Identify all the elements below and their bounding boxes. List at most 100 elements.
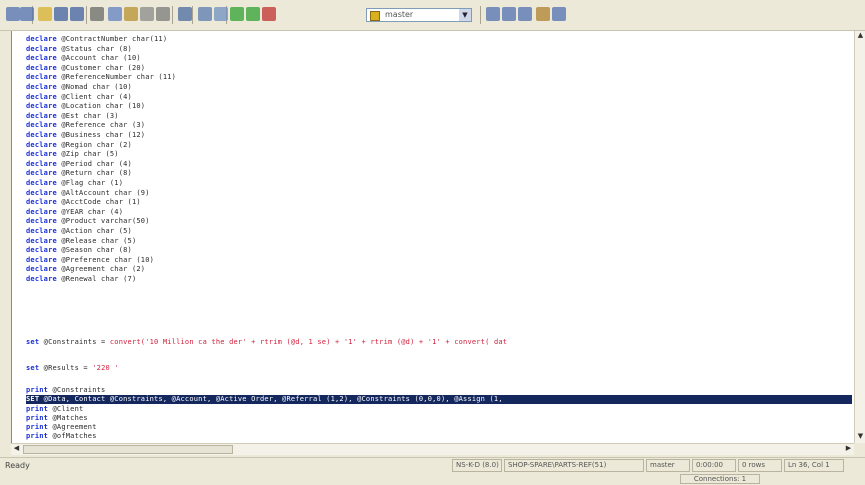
clear-icon[interactable] [140, 7, 154, 21]
code-line-declare: declare @Renewal char (7) [26, 275, 136, 283]
save-icon[interactable] [54, 7, 68, 21]
undo-icon[interactable] [178, 7, 192, 21]
sql-text: @Status char (8) [56, 44, 132, 53]
sql-keyword: declare [26, 227, 57, 235]
horizontal-scroll-thumb[interactable] [23, 445, 233, 454]
object-search-icon[interactable] [552, 7, 566, 21]
sql-keyword: declare [26, 102, 57, 111]
find-icon[interactable] [156, 7, 170, 21]
scroll-left-arrow-icon[interactable]: ◀ [11, 444, 22, 455]
sql-text: @Customer char (20) [56, 63, 146, 72]
sql-keyword: declare [26, 121, 57, 130]
code-line-declare: declare @Account char (10) [26, 54, 141, 62]
sql-text: @Location char (10) [56, 102, 146, 111]
code-line-declare: declare @Est char (3) [26, 112, 119, 120]
scroll-up-arrow-icon[interactable]: ▲ [855, 31, 865, 42]
sql-keyword: print [26, 405, 49, 413]
sql-text: @Nomad char (10) [56, 83, 132, 91]
code-line-print: print @ofMatches [26, 432, 97, 440]
query-editor[interactable]: declare @ContractNumber char(11) declare … [11, 31, 855, 443]
cut-icon[interactable] [90, 7, 104, 21]
sql-text: @Business char (12) [56, 131, 146, 139]
sql-keyword: declare [26, 217, 57, 226]
open-folder-icon[interactable] [38, 7, 52, 21]
code-line-declare: declare @AltAccount char (9) [26, 189, 150, 197]
index-tuning-icon[interactable] [502, 7, 516, 21]
sql-keyword: declare [26, 54, 57, 63]
sql-keyword: print [26, 423, 49, 431]
stop-icon[interactable] [262, 7, 276, 21]
save-all-icon[interactable] [70, 7, 84, 21]
vertical-scrollbar[interactable]: ▲ ▼ [854, 31, 865, 443]
code-line-declare: declare @Agreement char (2) [26, 265, 145, 273]
code-line-declare: declare @Return char (8) [26, 169, 132, 177]
sql-text: @Reference char (3) [56, 121, 146, 130]
sql-keyword: SET [26, 395, 40, 403]
scroll-down-arrow-icon[interactable]: ▼ [855, 432, 865, 443]
new-dropdown-icon[interactable] [20, 7, 34, 21]
bottom-strip: Connections: 1 [0, 473, 865, 485]
sql-text: @Flag char (1) [56, 179, 124, 187]
new-query-icon[interactable] [6, 7, 20, 21]
paste-icon[interactable] [124, 7, 138, 21]
sql-keyword: declare [26, 92, 57, 101]
code-line-declare: declare @Business char (12) [26, 131, 145, 139]
code-line-declare: declare @Season char (8) [26, 246, 132, 254]
status-server: NS-K-D (8.0) [452, 459, 502, 472]
code-line-print: print @Constraints [26, 386, 105, 394]
database-selector-value: master [385, 10, 414, 19]
code-line-declare: declare @Product varchar(50) [26, 217, 150, 225]
sql-string: convert('10 Million ca the der' + rtrim … [109, 338, 508, 346]
sql-text: @Region char (2) [56, 140, 132, 149]
connections-indicator: Connections: 1 [680, 474, 760, 484]
sql-text: @Client char (4) [56, 92, 132, 101]
code-line-declare: declare @Region char (2) [26, 141, 132, 149]
copy-icon[interactable] [108, 7, 122, 21]
database-icon [370, 11, 380, 21]
execute-icon[interactable] [246, 7, 260, 21]
code-line-print: print @Matches [26, 414, 88, 422]
sql-keyword: set [26, 338, 40, 346]
sql-keyword: declare [26, 63, 57, 72]
sql-keyword: declare [26, 83, 57, 91]
code-line-declare: declare @Release char (5) [26, 237, 136, 245]
sql-text: @Period char (4) [56, 159, 132, 168]
sql-text: @Account char (10) [56, 54, 141, 63]
scroll-right-arrow-icon[interactable]: ▶ [843, 444, 854, 455]
code-line-declare: declare @Status char (8) [26, 45, 132, 53]
sql-keyword: declare [26, 255, 57, 264]
object-browser-icon[interactable] [536, 7, 550, 21]
sql-text: @Constraints = [39, 338, 110, 346]
code-line-declare: declare @Period char (4) [26, 160, 132, 168]
code-line-declare: declare @Flag char (1) [26, 179, 123, 187]
code-line-set-constraints: set @Constraints = convert('10 Million c… [26, 338, 507, 346]
code-line-selected: SET @Data, Contact @Constraints, @Accoun… [26, 395, 852, 404]
status-ready-text: Ready [5, 461, 30, 470]
insert-template-icon[interactable] [198, 7, 212, 21]
query-type-icon[interactable] [214, 7, 228, 21]
sql-keyword: declare [26, 73, 57, 82]
sql-keyword: declare [26, 188, 57, 197]
status-database: master [646, 459, 690, 472]
sql-text: @Action char (5) [56, 227, 132, 235]
code-line-declare: declare @Action char (5) [26, 227, 132, 235]
sql-keyword: declare [26, 265, 57, 274]
sql-text: @Release char (5) [56, 236, 137, 245]
code-line-declare: declare @AcctCode char (1) [26, 198, 141, 206]
sql-keyword: print [26, 414, 49, 422]
code-line-declare: declare @Customer char (20) [26, 64, 145, 72]
toolbar-separator [172, 6, 173, 24]
code-line-declare: declare @Reference char (3) [26, 121, 145, 129]
execution-plan-icon[interactable] [486, 7, 500, 21]
status-rows: 0 rows [738, 459, 782, 472]
sql-text: @Season char (8) [56, 246, 132, 255]
results-grid-icon[interactable] [518, 7, 532, 21]
parse-check-icon[interactable] [230, 7, 244, 21]
sql-keyword: declare [26, 179, 57, 187]
chevron-down-icon[interactable]: ▼ [459, 9, 471, 21]
sql-keyword: declare [26, 159, 57, 168]
horizontal-scrollbar[interactable]: ◀ ▶ [11, 443, 854, 455]
sql-keyword: declare [26, 131, 57, 139]
sql-keyword: print [26, 386, 49, 394]
database-selector[interactable]: master ▼ [366, 8, 472, 22]
